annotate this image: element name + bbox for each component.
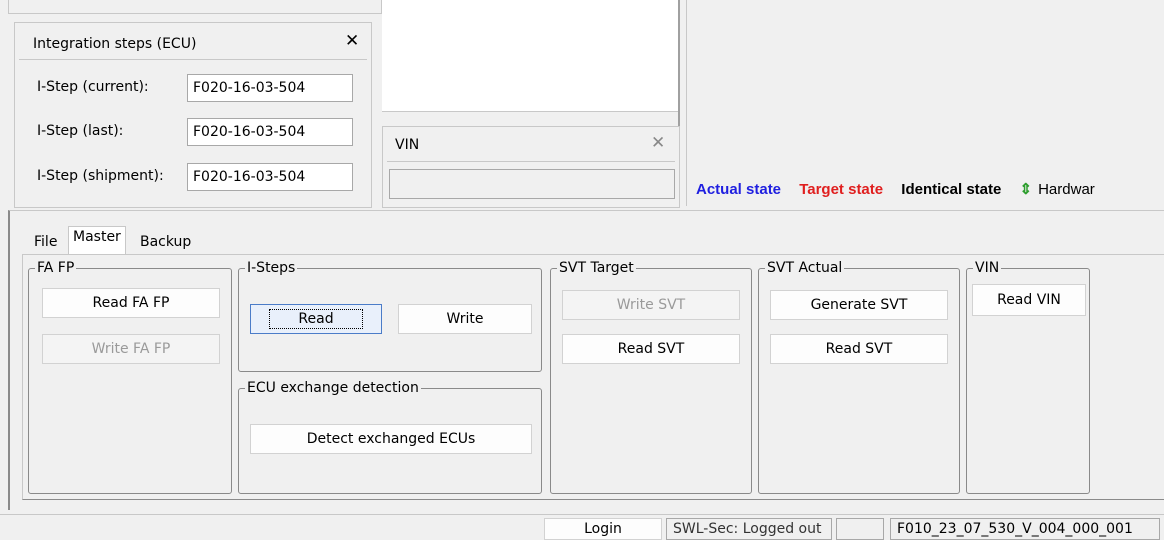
tab-backup[interactable]: Backup	[140, 234, 191, 250]
vin-group-title: VIN	[973, 259, 1002, 277]
write-svt-button[interactable]: Write SVT	[562, 290, 740, 320]
vin-panel: VIN ✕	[382, 126, 680, 208]
istep-read-button[interactable]: Read	[250, 304, 382, 334]
vin-panel-title: VIN	[395, 137, 420, 153]
close-icon[interactable]: ✕	[651, 133, 665, 153]
svt-target-group-title: SVT Target	[557, 259, 636, 277]
legend-hardware: Hardwar	[1038, 181, 1095, 198]
login-button[interactable]: Login	[544, 518, 662, 540]
panel-divider	[387, 161, 675, 162]
istep-read-label: Read	[269, 309, 363, 329]
vin-field[interactable]	[389, 169, 675, 199]
swl-sec-status: SWL-Sec: Logged out	[666, 518, 832, 540]
integration-steps-panel: Integration steps (ECU) ✕ I-Step (curren…	[14, 22, 372, 208]
istep-last-label: I-Step (last):	[37, 123, 124, 139]
isteps-group-title: I-Steps	[245, 259, 298, 277]
detect-exchanged-ecus-button[interactable]: Detect exchanged ECUs	[250, 424, 532, 454]
legend-target-state: Target state	[799, 181, 884, 198]
ecu-exchange-group-title: ECU exchange detection	[245, 379, 421, 397]
top-frame-strip	[8, 0, 382, 14]
istep-last-field[interactable]	[187, 118, 353, 146]
read-vin-button[interactable]: Read VIN	[972, 284, 1086, 316]
integration-steps-title: Integration steps (ECU)	[33, 36, 197, 52]
istep-shipment-field[interactable]	[187, 163, 353, 191]
legend-identical-state: Identical state	[901, 181, 1002, 198]
state-legend: Actual state Target state Identical stat…	[696, 180, 1109, 198]
generate-svt-button[interactable]: Generate SVT	[770, 290, 948, 320]
splitter-handle[interactable]	[678, 0, 680, 126]
write-fafp-button[interactable]: Write FA FP	[42, 334, 220, 364]
istep-current-label: I-Step (current):	[37, 79, 149, 95]
version-label: F010_23_07_530_V_004_000_001	[890, 518, 1160, 540]
panel-divider	[19, 59, 367, 60]
legend-actual-state: Actual state	[696, 181, 782, 198]
read-svt-target-button[interactable]: Read SVT	[562, 334, 740, 364]
status-empty-cell	[836, 518, 884, 540]
close-icon[interactable]: ✕	[345, 31, 359, 51]
status-bar-divider	[0, 514, 1164, 515]
svt-actual-group-title: SVT Actual	[765, 259, 845, 277]
istep-write-button[interactable]: Write	[398, 304, 532, 334]
read-fafp-button[interactable]: Read FA FP	[42, 288, 220, 318]
blank-view-pane	[382, 0, 680, 112]
hardware-icon: ⇕	[1019, 181, 1033, 198]
istep-current-field[interactable]	[187, 74, 353, 102]
istep-shipment-label: I-Step (shipment):	[37, 168, 164, 184]
tab-master[interactable]: Master	[68, 226, 126, 256]
fafp-group-title: FA FP	[35, 259, 77, 277]
tab-file[interactable]: File	[34, 234, 57, 250]
pane-divider	[686, 0, 687, 206]
read-svt-actual-button[interactable]: Read SVT	[770, 334, 948, 364]
